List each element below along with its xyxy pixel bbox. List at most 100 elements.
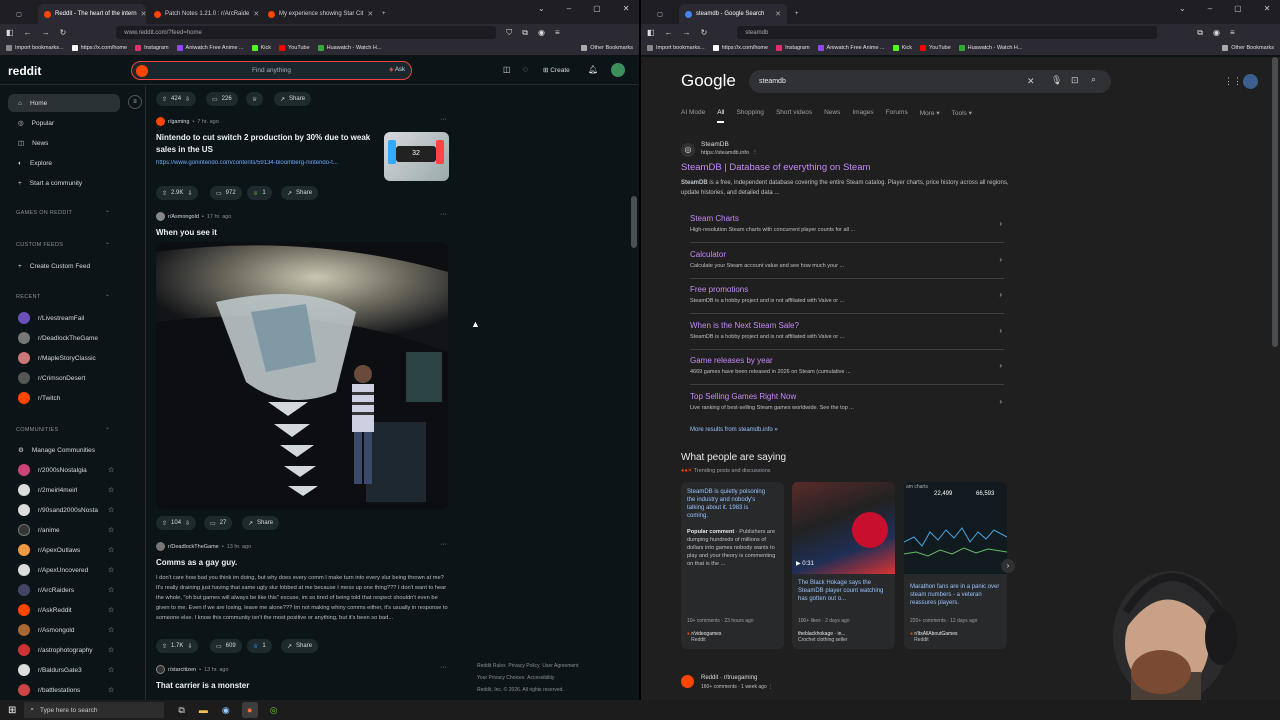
account-icon[interactable]: ◉	[1213, 28, 1220, 37]
tab-reddit[interactable]: Reddit - The heart of the intern ✕	[38, 4, 146, 24]
sitelink[interactable]: Free promotions SteamDB is a hobby projec…	[690, 280, 1004, 314]
result-title[interactable]: SteamDB | Database of everything on Stea…	[681, 162, 870, 173]
post-title[interactable]: Comms as a gay guy.	[156, 558, 237, 567]
address-bar[interactable]: steamdb	[737, 26, 1158, 39]
recent-item[interactable]: r/Twitch	[8, 389, 120, 407]
comments-pill[interactable]: ▭ 27	[204, 516, 233, 530]
tab-google[interactable]: steamdb - Google Search ✕	[679, 4, 787, 24]
extensions-icon[interactable]: ⧉	[1197, 28, 1203, 38]
post-menu-icon[interactable]: ···	[440, 211, 447, 218]
new-tab-button[interactable]: +	[789, 4, 807, 24]
account-icon[interactable]: ◉	[538, 28, 545, 37]
minimize-icon[interactable]: –	[1208, 4, 1212, 13]
back-icon[interactable]: ←	[665, 28, 673, 37]
google-avatar[interactable]	[1243, 74, 1258, 89]
share-pill[interactable]: ↗ Share	[274, 92, 312, 106]
share-pill[interactable]: ↗ Share	[281, 186, 319, 200]
tab-list-icon[interactable]: ▢	[2, 4, 36, 24]
subreddit-link[interactable]: r/starcitizen	[168, 667, 196, 673]
footer-link[interactable]: Your Privacy Choices	[477, 675, 524, 681]
create-custom-feed[interactable]: + Create Custom Feed	[8, 257, 120, 275]
bookmark-item[interactable]: Instagram	[776, 45, 810, 51]
discussion-card[interactable]: ▶ 0:31 The Black Hokage says the SteamDB…	[792, 482, 895, 649]
sidebar-item-home[interactable]: ⌂ Home	[8, 94, 120, 112]
post-menu-icon[interactable]: ···	[440, 664, 447, 671]
footer-link[interactable]: User Agreement	[542, 663, 578, 669]
other-bookmarks[interactable]: Other Bookmarks	[1222, 45, 1274, 51]
star-icon[interactable]: ☆	[108, 586, 114, 594]
reddit-search-bar[interactable]: Find anything ◈ Ask	[131, 61, 412, 80]
bookmark-item[interactable]: Kick	[892, 45, 912, 51]
tab-patch-notes[interactable]: Patch Notes 1.21.0 : r/ArcRaide ✕	[148, 4, 260, 24]
close-tab-icon[interactable]: ✕	[775, 10, 781, 18]
sitelink[interactable]: Steam Charts High-resolution Steam charts…	[690, 209, 1004, 243]
mic-icon[interactable]: 🎙︎	[1051, 75, 1062, 86]
post-title[interactable]: When you see it	[156, 228, 217, 237]
clear-icon[interactable]: ✕	[1027, 76, 1035, 87]
tab-images[interactable]: Images	[852, 109, 873, 123]
task-view-icon[interactable]: ⧉	[178, 705, 184, 716]
post-title[interactable]: Nintendo to cut switch 2 production by 3…	[156, 132, 376, 156]
reload-icon[interactable]: ↻	[60, 28, 67, 37]
maximize-icon[interactable]: ▢	[1234, 4, 1242, 13]
other-bookmarks[interactable]: Other Bookmarks	[581, 45, 633, 51]
post-body[interactable]: I don't care how bad you think im doing,…	[156, 573, 450, 633]
community-item[interactable]: r/2meirl4meirl ☆	[8, 481, 120, 499]
star-icon[interactable]: ☆	[108, 466, 114, 474]
bookmark-item[interactable]: Huawatch - Watch H...	[958, 45, 1022, 51]
menu-icon[interactable]: ≡	[1230, 28, 1235, 37]
community-item[interactable]: r/BaldursGate3 ☆	[8, 661, 120, 679]
reddit-logo[interactable]: reddit	[8, 64, 41, 78]
star-icon[interactable]: ☆	[108, 546, 114, 554]
recent-item[interactable]: r/CrimsonDesert	[8, 369, 120, 387]
close-window-icon[interactable]: ✕	[1264, 4, 1271, 13]
recent-item[interactable]: r/LivestreamFail	[8, 309, 120, 327]
footer-link[interactable]: Reddit Rules	[477, 663, 506, 669]
manage-communities[interactable]: ⚙ Manage Communities	[8, 441, 120, 459]
sitelink[interactable]: When is the Next Steam Sale? SteamDB is a…	[690, 316, 1004, 350]
sidebar-toggle-icon[interactable]: ◧	[6, 28, 14, 37]
dropdown-icon[interactable]: ⌄	[1179, 4, 1186, 13]
bookmark-item[interactable]: YouTube	[920, 45, 951, 51]
feed-scrollbar[interactable]	[631, 196, 637, 248]
tab-all[interactable]: All	[717, 109, 725, 123]
discussion-card[interactable]: am charts 22,499 66,593 Marathon fans ar…	[904, 482, 1007, 649]
vote-pill[interactable]: ⇧ 104 ⇩	[156, 516, 197, 530]
tab-forums[interactable]: Forums	[886, 109, 908, 123]
community-item[interactable]: r/Asmongold ☆	[8, 621, 120, 639]
star-icon[interactable]: ☆	[108, 686, 114, 694]
sidebar-item-explore[interactable]: ◐ Explore	[8, 154, 120, 172]
bookmark-item[interactable]: https://x.com/home	[712, 45, 768, 51]
apps-grid-icon[interactable]: ⋮⋮	[1224, 76, 1242, 87]
result-menu-icon[interactable]: ⋮	[752, 150, 758, 156]
menu-icon[interactable]: ≡	[555, 28, 560, 37]
star-icon[interactable]: ☆	[108, 486, 114, 494]
forward-icon[interactable]: →	[683, 28, 691, 37]
star-icon[interactable]: ☆	[108, 646, 114, 654]
bookmark-item[interactable]: Kick	[251, 45, 271, 51]
forward-icon[interactable]: →	[42, 28, 50, 37]
community-item[interactable]: r/AskReddit ☆	[8, 601, 120, 619]
community-item[interactable]: r/anime ☆	[8, 521, 120, 539]
vote-pill[interactable]: ⇧ 1.7K ⇩	[156, 639, 199, 653]
tab-short-videos[interactable]: Short videos	[776, 109, 812, 123]
search-icon[interactable]: ⌕	[1091, 74, 1096, 85]
community-item[interactable]: r/2000sNostalgia ☆	[8, 461, 120, 479]
taskbar-search[interactable]: ⌕ Type here to search	[24, 702, 165, 718]
post-menu-icon[interactable]: ···	[440, 541, 447, 548]
comments-pill[interactable]: ▭ 609	[210, 639, 242, 653]
bookmark-item[interactable]: https://x.com/home	[71, 45, 127, 51]
tab-list-icon[interactable]: ▢	[643, 4, 677, 24]
post-link[interactable]: https://www.gonintendo.com/contents/5913…	[156, 160, 384, 166]
reload-icon[interactable]: ↻	[701, 28, 708, 37]
tab-more[interactable]: More ▾	[920, 109, 940, 123]
dropdown-icon[interactable]: ⌄	[538, 4, 545, 13]
community-item[interactable]: r/90sand2000sNostalgia☆	[8, 501, 120, 519]
firefox-icon[interactable]: ●	[241, 702, 258, 718]
recent-item[interactable]: r/DeadlockTheGame	[8, 329, 120, 347]
vote-pill[interactable]: ⇧ 424 ⇩	[156, 92, 197, 106]
tab-star-citizen[interactable]: My experience showing Star Cit ✕	[262, 4, 374, 24]
sitelink[interactable]: Calculator Calculate your Steam account v…	[690, 245, 1004, 279]
community-item[interactable]: r/astrophotography ☆	[8, 641, 120, 659]
bookmark-item[interactable]: Instagram	[135, 45, 169, 51]
